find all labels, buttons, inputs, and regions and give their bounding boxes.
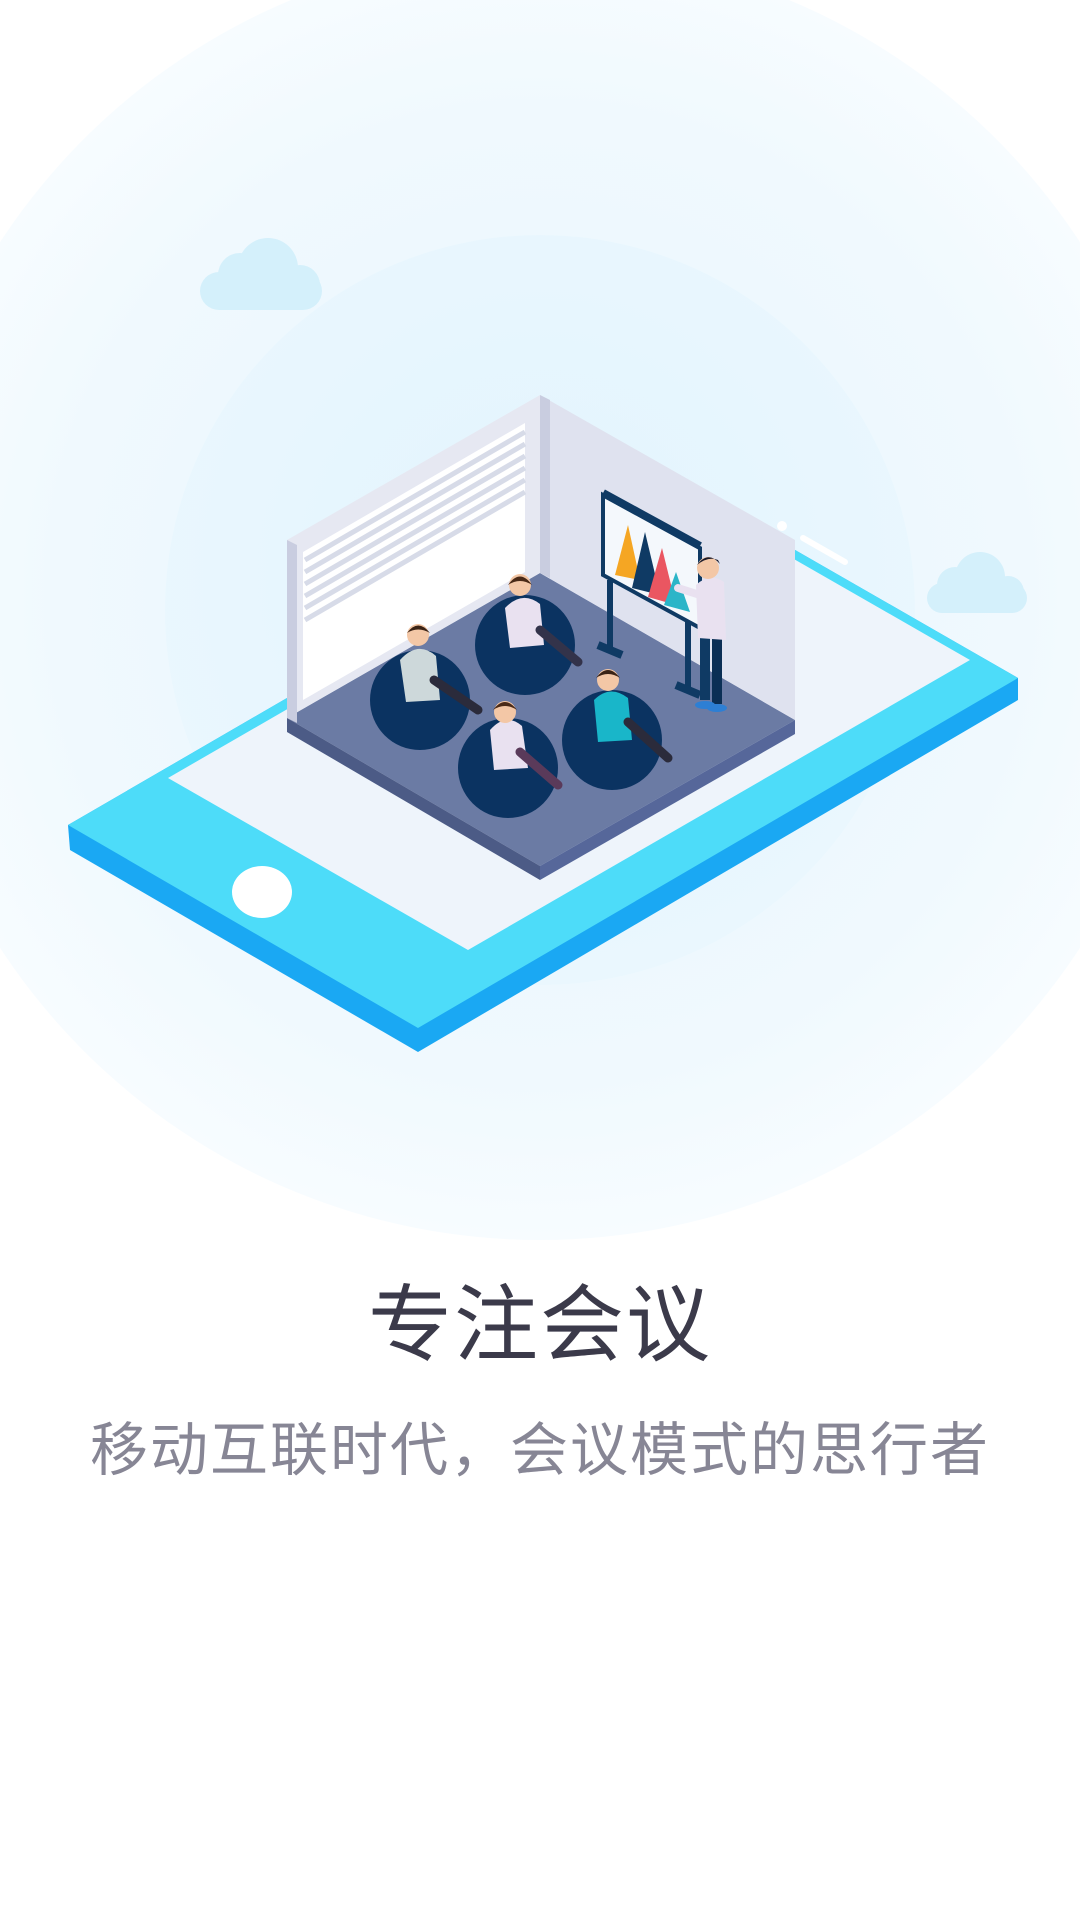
home-button-icon xyxy=(232,866,292,918)
onboarding-title: 专注会议 xyxy=(367,1276,712,1374)
onboarding-screen: 专注会议 移动互联时代，会议模式的思行者 xyxy=(0,0,1080,1920)
onboarding-subtitle: 移动互联时代，会议模式的思行者 xyxy=(89,1416,990,1484)
hero-illustration xyxy=(0,0,1080,1240)
